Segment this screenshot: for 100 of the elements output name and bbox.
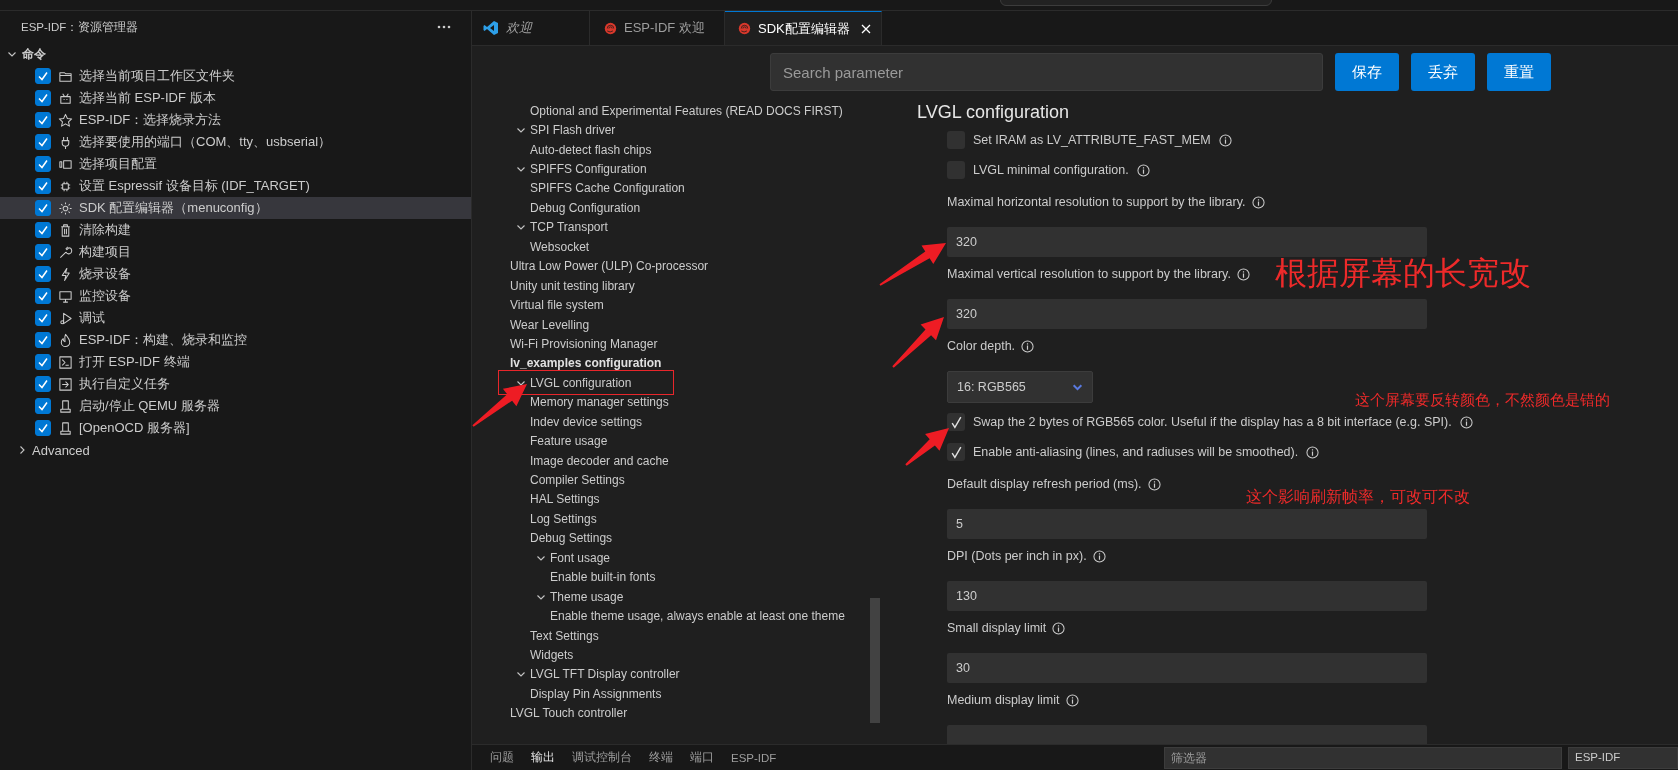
command-item[interactable]: 启动/停止 QEMU 服务器 [0,395,471,417]
tree-item[interactable]: Text Settings [530,628,599,643]
command-item[interactable]: ESP-IDF：构建、烧录和监控 [0,329,471,351]
command-item[interactable]: 监控设备 [0,285,471,307]
tree-item[interactable]: LVGL TFT Display controller [530,667,680,682]
checkbox[interactable] [35,68,51,84]
checkbox[interactable] [947,443,965,461]
editor-tab[interactable]: 欢迎 [472,11,590,45]
editor-tab[interactable]: SDK配置编辑器 [725,11,882,45]
info-icon[interactable] [1218,133,1232,147]
chevron-icon[interactable] [17,445,27,455]
tree-item[interactable]: SPIFFS Configuration [530,162,647,177]
command-item[interactable]: 打开 ESP-IDF 终端 [0,351,471,373]
panel-tab[interactable]: 调试控制台 [572,750,632,765]
command-item[interactable]: 设置 Espressif 设备目标 (IDF_TARGET) [0,175,471,197]
command-item[interactable]: 清除构建 [0,219,471,241]
dropdown[interactable]: 16: RGB565 [947,371,1093,403]
command-item[interactable]: 选择要使用的端口（COM、tty、usbserial） [0,131,471,153]
info-icon[interactable] [1459,415,1473,429]
checkbox[interactable] [35,354,51,370]
checkbox[interactable] [35,134,51,150]
tree-item[interactable]: Virtual file system [510,298,604,313]
tree-item[interactable]: Widgets [530,647,574,662]
number-field[interactable]: 320 [947,299,1427,329]
panel-tab[interactable]: 端口 [690,750,714,765]
info-icon[interactable] [1136,163,1150,177]
checkbox[interactable] [35,420,51,436]
checkbox[interactable] [35,332,51,348]
checkbox[interactable] [35,112,51,128]
tree-item[interactable]: SPIFFS Cache Configuration [530,181,685,196]
command-item[interactable]: ESP-IDF：选择烧录方法 [0,109,471,131]
command-item[interactable]: 选择项目配置 [0,153,471,175]
checkbox[interactable] [35,244,51,260]
info-icon[interactable] [1236,267,1250,281]
info-icon[interactable] [1251,195,1265,209]
checkbox[interactable] [35,266,51,282]
chevron-icon[interactable] [7,49,17,59]
tree-item[interactable]: Enable theme usage, always enable at least one theme [550,609,845,624]
info-icon[interactable] [1306,445,1320,459]
tree-item[interactable]: Websocket [530,239,590,254]
checkbox[interactable] [35,398,51,414]
tree-item[interactable]: Image decoder and cache [530,453,669,468]
number-field[interactable]: 130 [947,581,1427,611]
number-field[interactable]: 320 [947,227,1427,257]
tree-item[interactable]: Debug Settings [530,531,613,546]
tree-item[interactable]: Ultra Low Power (ULP) Co-processor [510,259,709,274]
tree-item[interactable]: Memory manager settings [530,395,669,410]
checkbox[interactable] [947,413,965,431]
search-field[interactable]: Search parameter [770,53,1323,91]
command-item[interactable]: 执行自定义任务 [0,373,471,395]
tree-item[interactable]: Unity unit testing library [510,278,635,293]
tree-item[interactable]: lv_examples configuration [510,356,662,371]
panel-tab[interactable]: 终端 [649,750,673,765]
tree-item[interactable]: Optional and Experimental Features (READ DOCS FIRST) [530,103,843,118]
checkbox[interactable] [35,310,51,326]
action-button[interactable]: 重置 [1487,53,1551,91]
checkbox[interactable] [35,288,51,304]
tree-item[interactable]: Font usage [550,550,611,565]
tree-item[interactable]: Enable built-in fonts [550,570,656,585]
filter-field[interactable]: 筛选器 [1164,746,1562,769]
tree-item[interactable]: Display Pin Assignments [530,686,662,701]
tree-item[interactable]: Compiler Settings [530,473,625,488]
command-item[interactable]: 选择当前 ESP-IDF 版本 [0,87,471,109]
number-field[interactable]: 5 [947,509,1427,539]
checkbox[interactable] [35,200,51,216]
tree-item[interactable]: Log Settings [530,511,597,526]
tree-item[interactable]: SPI Flash driver [530,123,616,138]
command-item[interactable]: SDK 配置编辑器（menuconfig） [0,197,471,219]
tree-item[interactable]: Theme usage [550,589,624,604]
info-icon[interactable] [1147,477,1161,491]
tree-item[interactable]: HAL Settings [530,492,600,507]
command-item[interactable]: [OpenOCD 服务器] [0,417,471,439]
checkbox[interactable] [35,90,51,106]
tree-item[interactable]: TCP Transport [530,220,608,235]
number-field[interactable]: 30 [947,653,1427,683]
command-item[interactable]: 烧录设备 [0,263,471,285]
section-header[interactable]: 命令 [22,45,46,63]
checkbox[interactable] [35,178,51,194]
tree-item[interactable]: LVGL Touch controller [510,706,628,721]
action-button[interactable]: 保存 [1335,53,1399,91]
command-item[interactable]: 选择当前项目工作区文件夹 [0,65,471,87]
scrollbar-thumb[interactable] [870,598,880,723]
checkbox[interactable] [35,156,51,172]
close-icon[interactable] [861,23,871,34]
command-item[interactable]: 调试 [0,307,471,329]
section-header[interactable]: Advanced [32,442,90,458]
channel-dropdown[interactable]: ESP-IDF [1568,746,1678,769]
tree-item[interactable]: LVGL configuration [530,375,632,390]
panel-tab[interactable]: ESP-IDF [731,751,777,764]
tree-item[interactable]: Auto-detect flash chips [530,142,652,157]
info-icon[interactable] [1092,549,1106,563]
info-icon[interactable] [1065,693,1079,707]
tree-item[interactable]: Indev device settings [530,414,643,429]
info-icon[interactable] [1052,621,1066,635]
checkbox[interactable] [35,222,51,238]
info-icon[interactable] [1021,339,1035,353]
more-actions-icon[interactable] [437,25,451,29]
panel-tab[interactable]: 输出 [531,750,555,765]
command-item[interactable]: 构建项目 [0,241,471,263]
tree-item[interactable]: Feature usage [530,434,608,449]
